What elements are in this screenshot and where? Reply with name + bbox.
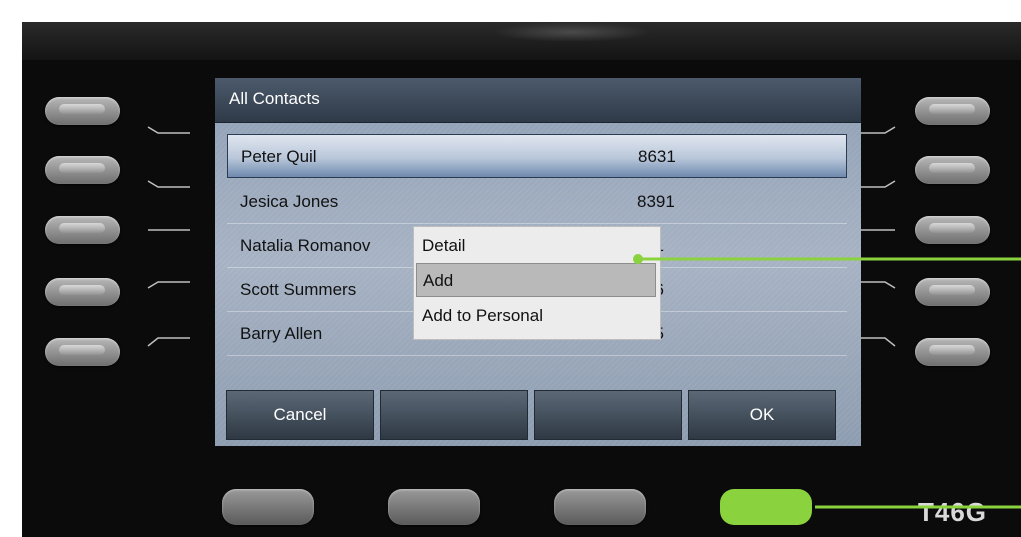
callout-dot-add bbox=[633, 254, 643, 264]
callout-lines bbox=[633, 254, 1021, 509]
